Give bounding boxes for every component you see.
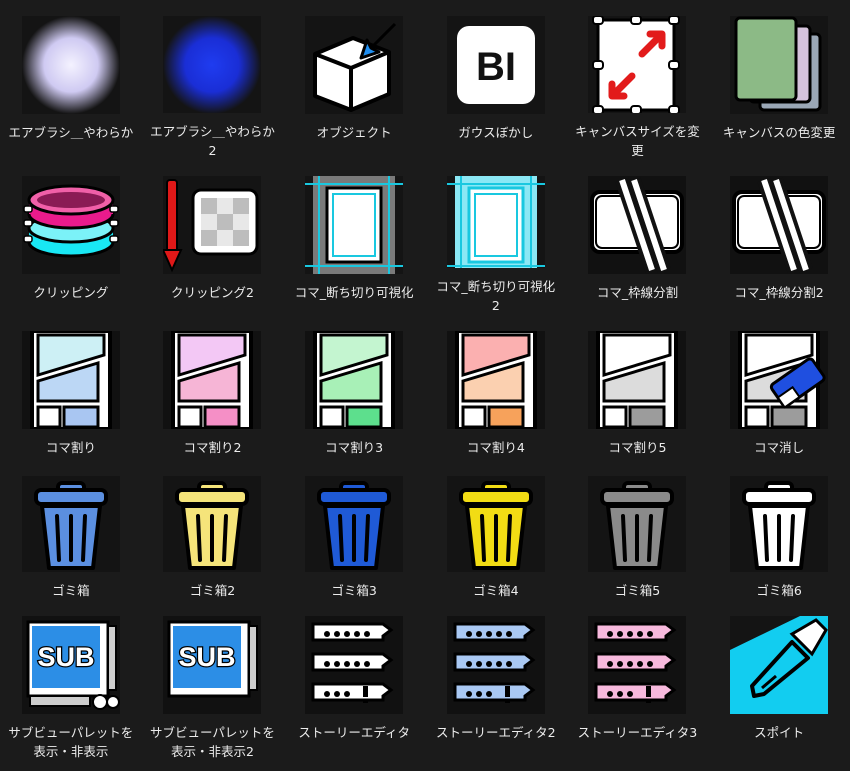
icon-label: コマ割り5 [608, 440, 667, 455]
icon-label: ゴミ箱5 [614, 583, 661, 598]
icon-tile-2[interactable]: エアブラシ＿やわらか2 [142, 0, 284, 160]
icon-tile-30[interactable]: スポイト [708, 600, 850, 771]
icon-tile-9[interactable]: コマ_断ち切り可視化 [283, 160, 425, 315]
icon-tile-25[interactable]: SUB サブビューパレットを表示・非表示 [0, 600, 142, 771]
icon-label: ストーリーエディタ2 [436, 725, 556, 740]
trash-gray-icon [588, 476, 687, 572]
trash-lightblue-icon [21, 476, 120, 572]
panel-erase-icon [730, 331, 829, 429]
svg-text:SUB: SUB [37, 642, 94, 672]
icon-label: ゴミ箱3 [331, 583, 377, 598]
icon-tile-27[interactable]: ストーリーエディタ [283, 600, 425, 771]
icon-tile-10[interactable]: コマ_断ち切り可視化2 [425, 160, 567, 315]
icon-tile-28[interactable]: ストーリーエディタ2 [425, 600, 567, 771]
icon-tile-16[interactable]: コマ割り4 [425, 315, 567, 460]
trash-blue-icon [305, 476, 404, 572]
icon-label: オブジェクト [316, 125, 392, 140]
icon-label: コマ_断ち切り可視化 [294, 285, 414, 300]
icon-tile-13[interactable]: コマ割り [0, 315, 142, 460]
panel-split-icon [588, 176, 687, 274]
airbrush-soft-white-icon [21, 16, 120, 114]
story-editor-white-icon [305, 616, 404, 714]
icon-label: サブビューパレットを表示・非表示2 [150, 725, 275, 759]
panel-layout-green-icon [305, 331, 404, 429]
object-cube-icon [305, 16, 404, 114]
story-editor-pink-icon [588, 616, 687, 714]
clipping2-icon [163, 176, 262, 274]
icon-tile-20[interactable]: ゴミ箱2 [142, 460, 284, 600]
icon-label: コマ割り2 [183, 440, 242, 455]
svg-text:SUB: SUB [179, 642, 236, 672]
icon-tile-19[interactable]: ゴミ箱 [0, 460, 142, 600]
icon-label: コマ割り3 [325, 440, 384, 455]
icon-tile-17[interactable]: コマ割り5 [567, 315, 709, 460]
sub-view-palette-icon: SUB [21, 616, 120, 714]
icon-label: コマ消し [754, 440, 805, 455]
panel-bleed-gray-icon [305, 176, 404, 274]
icon-tile-4[interactable]: BI ガウスぼかし [425, 0, 567, 160]
icon-label: サブビューパレットを表示・非表示 [8, 725, 134, 759]
panel-layout-pink-icon [163, 331, 262, 429]
icon-label: コマ_断ち切り可視化2 [436, 279, 556, 313]
icon-tile-1[interactable]: エアブラシ＿やわらか [0, 0, 142, 160]
canvas-color-icon [730, 16, 829, 114]
panel-layout-orange-icon [446, 331, 545, 429]
icon-label: ストーリーエディタ3 [577, 725, 698, 740]
icon-tile-3[interactable]: オブジェクト [283, 0, 425, 160]
icon-tile-18[interactable]: コマ消し [708, 315, 850, 460]
panel-split2-icon [730, 176, 829, 274]
icon-tile-22[interactable]: ゴミ箱4 [425, 460, 567, 600]
icon-label: コマ割り [45, 440, 96, 455]
icon-tile-5[interactable]: キャンバスサイズを変更 [567, 0, 709, 160]
icon-grid: エアブラシ＿やわらか エアブラシ＿やわらか2 オブジェクト BI ガウスぼかし … [0, 0, 850, 771]
icon-tile-21[interactable]: ゴミ箱3 [283, 460, 425, 600]
icon-tile-12[interactable]: コマ_枠線分割2 [708, 160, 850, 315]
icon-tile-14[interactable]: コマ割り2 [142, 315, 284, 460]
icon-tile-23[interactable]: ゴミ箱5 [567, 460, 709, 600]
icon-label: エアブラシ＿やわらか [8, 125, 134, 140]
icon-label: スポイト [754, 725, 805, 740]
eyedropper-icon [730, 616, 829, 714]
svg-text:BI: BI [476, 45, 516, 89]
icon-tile-8[interactable]: クリッピング2 [142, 160, 284, 315]
icon-tile-15[interactable]: コマ割り3 [283, 315, 425, 460]
icon-label: コマ_枠線分割2 [734, 285, 824, 300]
icon-label: クリッピング2 [171, 285, 254, 300]
icon-label: キャンバスサイズを変更 [575, 124, 700, 158]
icon-tile-11[interactable]: コマ_枠線分割 [567, 160, 709, 315]
clipping-icon [21, 176, 120, 274]
panel-bleed-cyan-icon [446, 176, 545, 268]
icon-label: ゴミ箱6 [756, 583, 802, 598]
icon-label: クリッピング [33, 285, 109, 300]
icon-label: ゴミ箱4 [473, 583, 519, 598]
icon-label: ゴミ箱2 [189, 583, 236, 598]
panel-layout-gray-icon [588, 331, 687, 429]
airbrush-soft-blue-icon [163, 16, 262, 113]
canvas-resize-icon [588, 16, 687, 113]
icon-tile-7[interactable]: クリッピング [0, 160, 142, 315]
panel-layout-blue-icon [21, 331, 120, 429]
icon-label: キャンバスの色変更 [722, 125, 836, 140]
icon-tile-29[interactable]: ストーリーエディタ3 [567, 600, 709, 771]
icon-label: ガウスぼかし [458, 125, 534, 140]
icon-tile-6[interactable]: キャンバスの色変更 [708, 0, 850, 160]
trash-yellow-icon [446, 476, 545, 572]
icon-tile-26[interactable]: SUB サブビューパレットを表示・非表示2 [142, 600, 284, 771]
gaussian-blur-icon: BI [446, 16, 545, 114]
story-editor-blue-icon [446, 616, 545, 714]
trash-lightyellow-icon [163, 476, 262, 572]
icon-label: エアブラシ＿やわらか2 [150, 124, 275, 158]
icon-label: ゴミ箱 [52, 583, 90, 598]
icon-label: コマ_枠線分割 [596, 285, 679, 300]
trash-white-icon [730, 476, 829, 572]
icon-tile-24[interactable]: ゴミ箱6 [708, 460, 850, 600]
icon-label: コマ割り4 [466, 440, 525, 455]
icon-label: ストーリーエディタ [298, 725, 410, 740]
sub-view-palette2-icon: SUB [163, 616, 262, 714]
